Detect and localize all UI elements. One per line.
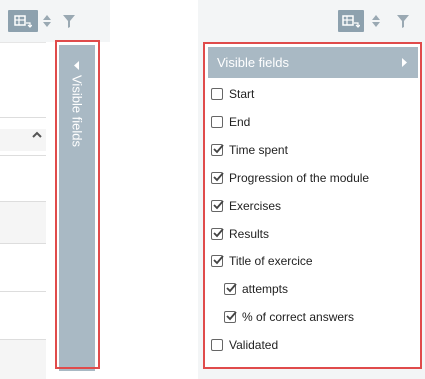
row-divider (0, 291, 46, 292)
field-label: Time spent (229, 142, 288, 157)
row-divider (0, 201, 46, 202)
filter-button[interactable] (60, 10, 78, 32)
expanded-view: Visible fields Start End Time spent Progres… (198, 0, 425, 379)
sort-button[interactable] (39, 10, 55, 32)
check-icon (213, 227, 224, 237)
checkbox-unchecked[interactable] (211, 115, 223, 128)
check-icon (213, 172, 224, 182)
data-table (0, 42, 46, 379)
field-label: Exercises (229, 198, 282, 213)
toolbar (0, 0, 110, 42)
field-label: Title of exercice (229, 254, 313, 269)
field-label: End (229, 114, 251, 129)
check-icon (226, 283, 237, 293)
filter-icon (63, 14, 75, 28)
field-item[interactable]: Exercises (211, 196, 281, 216)
collapsed-view: Visible fields (0, 0, 110, 379)
field-label: Results (229, 226, 270, 241)
row-divider (0, 243, 46, 244)
row-divider (0, 155, 46, 156)
field-item[interactable]: Start (211, 84, 254, 104)
field-item[interactable]: Time spent (211, 140, 288, 160)
field-item[interactable]: Title of exercice (211, 251, 313, 271)
visible-fields-title: Visible fields (217, 55, 290, 70)
chevron-up-icon (32, 131, 42, 138)
checkbox-checked[interactable] (211, 255, 224, 268)
checkbox-checked[interactable] (224, 283, 237, 296)
columns-button[interactable] (338, 10, 364, 32)
checkbox-checked[interactable] (211, 227, 224, 240)
field-label: Progression of the module (229, 170, 370, 185)
columns-icon (14, 15, 32, 28)
scroll-up-button[interactable] (31, 128, 43, 140)
field-label: % of correct answers (242, 310, 355, 325)
field-label: attempts (242, 282, 289, 297)
field-label: Start (229, 87, 255, 101)
field-item[interactable]: Progression of the module (211, 168, 369, 188)
checkbox-unchecked[interactable] (211, 339, 223, 352)
table-row (0, 339, 46, 379)
row-divider (0, 117, 46, 118)
field-item[interactable]: Results (211, 224, 269, 244)
columns-icon (342, 15, 360, 28)
sort-icon (43, 15, 51, 27)
check-icon (213, 200, 224, 209)
sort-button[interactable] (368, 10, 384, 32)
checkbox-checked[interactable] (224, 311, 237, 324)
field-item[interactable]: attempts (224, 279, 288, 299)
visible-fields-panel: Visible fields Start End Time spent Progres… (203, 42, 422, 369)
highlight-frame (55, 40, 100, 369)
caret-right-icon (402, 58, 407, 67)
checkbox-checked[interactable] (211, 199, 224, 212)
check-icon (213, 144, 224, 154)
toolbar (198, 0, 425, 42)
visible-fields-header[interactable]: Visible fields (208, 47, 418, 78)
checkbox-checked[interactable] (211, 143, 224, 156)
field-label: Validated (229, 338, 279, 353)
check-icon (213, 255, 224, 265)
filter-button[interactable] (395, 10, 411, 32)
filter-icon (397, 14, 409, 28)
field-item[interactable]: End (211, 112, 250, 132)
columns-button[interactable] (8, 10, 38, 32)
checkbox-checked[interactable] (211, 171, 224, 184)
check-icon (226, 311, 237, 321)
field-item[interactable]: % of correct answers (224, 307, 354, 327)
sort-icon (372, 15, 380, 27)
checkbox-unchecked[interactable] (211, 88, 223, 100)
row-divider (0, 339, 46, 340)
field-item[interactable]: Validated (211, 335, 278, 355)
table-row (0, 201, 46, 243)
